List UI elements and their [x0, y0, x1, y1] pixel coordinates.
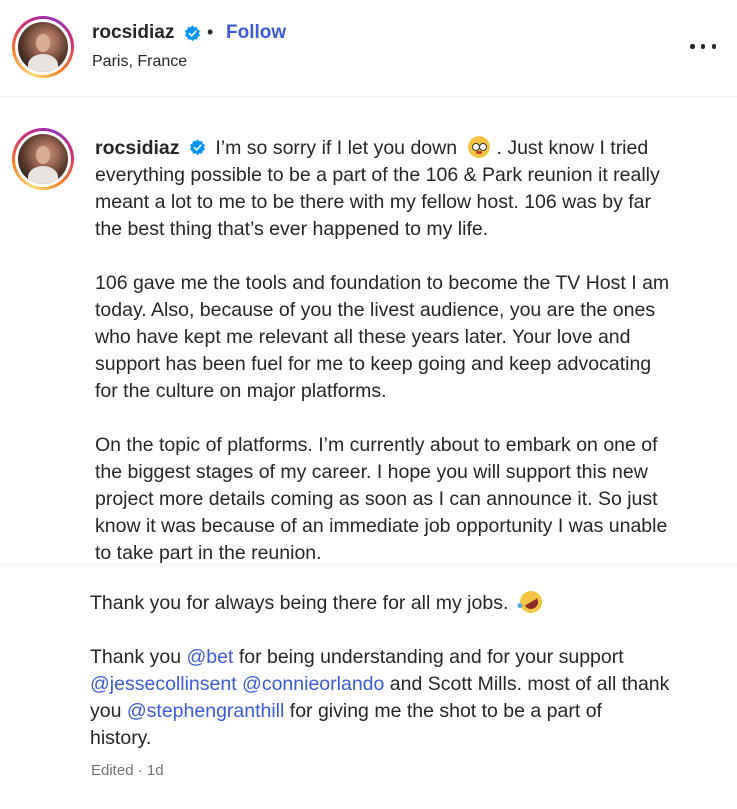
caption-line: support has been fuel for me to keep goi…	[95, 353, 652, 375]
caption-line: rocsidiaz I’m so sorry if I let you down…	[95, 135, 725, 162]
caption-text: and Scott Mills. most of all thank	[389, 673, 670, 695]
caption-username[interactable]: rocsidiaz	[95, 137, 180, 159]
mention-bet[interactable]: @bet	[186, 646, 233, 668]
caption-line: meant a lot to me to be there with my fe…	[95, 191, 652, 213]
more-options-icon[interactable]	[690, 44, 716, 50]
caption-continued: Thank you for always being there for all…	[90, 586, 730, 752]
caption-text: Thank you	[90, 646, 182, 668]
follow-button[interactable]: Follow	[226, 22, 286, 44]
caption-line: @jessecollinsent @connieorlando and Scot…	[90, 671, 730, 698]
location-link[interactable]: Paris, France	[92, 53, 187, 71]
mention-jessecollinsent[interactable]: @jessecollinsent	[90, 673, 237, 695]
caption-line: On the topic of platforms. I’m currently…	[95, 434, 658, 456]
caption-text: I’m so sorry if I let you down	[215, 137, 458, 159]
mention-connieorlando[interactable]: @connieorlando	[242, 673, 384, 695]
caption-line: 106 gave me the tools and foundation to …	[95, 272, 670, 294]
caption-text: . Just know I tried	[496, 137, 649, 159]
caption-line: know it was because of an immediate job …	[95, 515, 668, 537]
caption-line: Thank you @bet for being understanding a…	[90, 644, 730, 671]
screenshot-seam	[0, 563, 737, 569]
verified-badge-icon	[184, 25, 201, 42]
separator-dot: •	[207, 22, 214, 42]
caption-line: project more details coming as soon as I…	[95, 488, 658, 510]
mention-stephengranthill[interactable]: @stephengranthill	[127, 700, 284, 722]
caption-line: who have kept me relevant all these year…	[95, 326, 631, 348]
caption-line: Thank you for always being there for all…	[90, 586, 730, 618]
caption-text: Thank you for always being there for all…	[90, 592, 509, 614]
edited-timestamp: Edited · 1d	[91, 762, 164, 779]
rolling-laughing-emoji-icon	[515, 586, 546, 618]
caption-line: today. Also, because of you the livest a…	[95, 299, 656, 321]
caption-text: you	[90, 700, 122, 722]
header-username[interactable]: rocsidiaz	[92, 22, 174, 44]
caption-text: for being understanding and for your sup…	[238, 646, 624, 668]
caption-line: history.	[90, 727, 152, 749]
flushed-face-emoji-icon	[468, 136, 491, 158]
post-caption: rocsidiaz I’m so sorry if I let you down…	[95, 135, 725, 567]
profile-avatar[interactable]	[12, 16, 74, 78]
caption-line: you @stephengranthill for giving me the …	[90, 698, 730, 725]
caption-line: everything possible to be a part of the …	[95, 164, 660, 186]
caption-line: the biggest stages of my career. I hope …	[95, 461, 648, 483]
caption-avatar[interactable]	[12, 128, 74, 190]
caption-line: the best thing that’s ever happened to m…	[95, 218, 489, 240]
caption-text: for giving me the shot to be a part of	[289, 700, 602, 722]
caption-line: for the culture on major platforms.	[95, 380, 387, 402]
verified-badge-icon	[189, 139, 205, 156]
post-header: rocsidiaz • Follow Paris, France	[0, 0, 737, 97]
